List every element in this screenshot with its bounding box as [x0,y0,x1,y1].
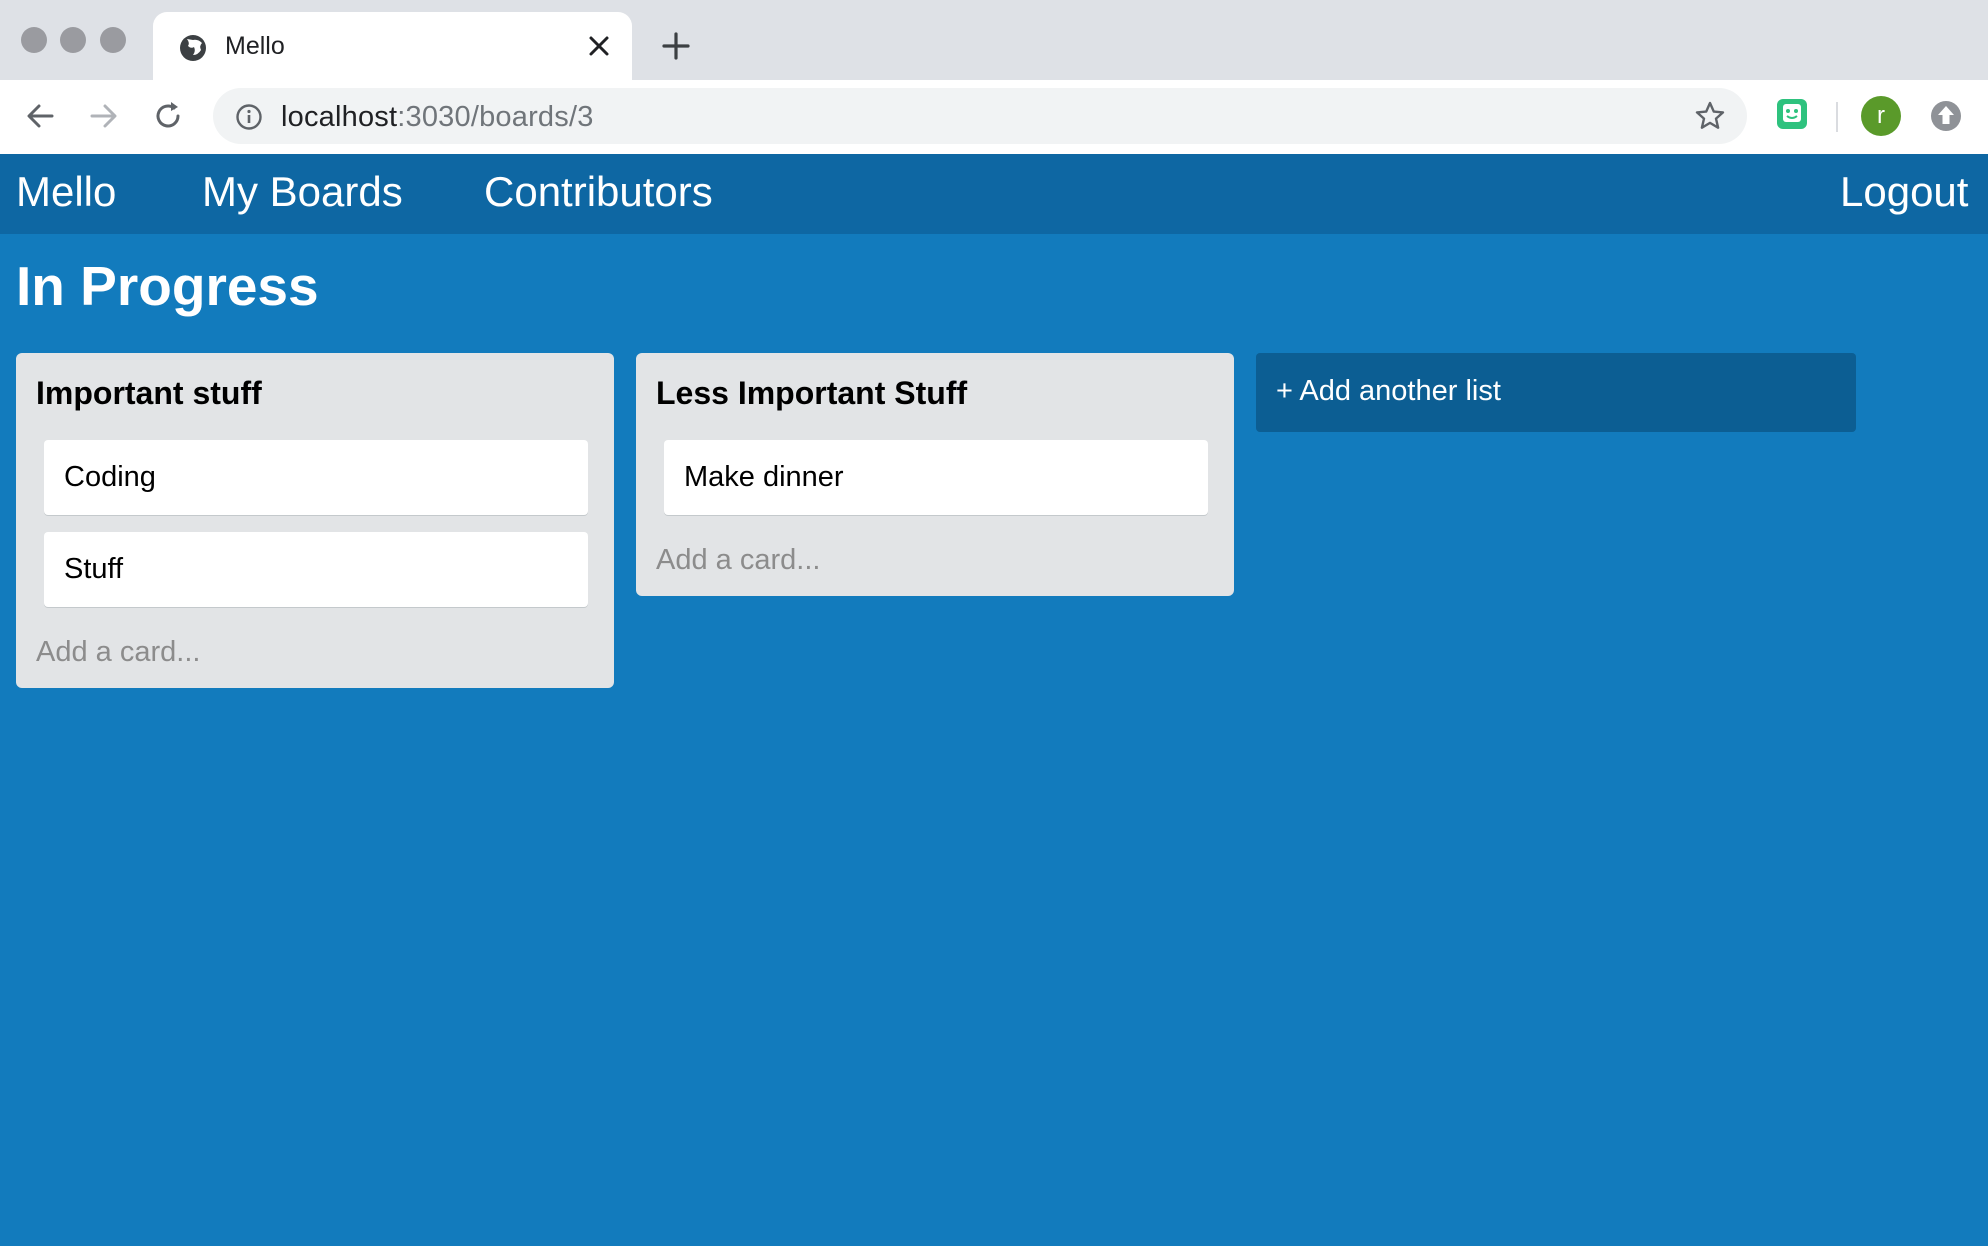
card-text: Make dinner [684,461,844,493]
address-bar[interactable]: localhost:3030/boards/3 [213,88,1747,144]
close-icon[interactable] [585,32,613,60]
url-text[interactable]: localhost:3030/boards/3 [281,101,594,134]
my-boards-link[interactable]: My Boards [202,168,403,216]
add-card-button[interactable]: Add a card... [656,544,820,577]
bookmark-star-icon[interactable] [1694,100,1726,132]
update-arrow-icon[interactable] [1929,99,1963,133]
card[interactable]: Stuff [44,532,588,607]
card-text: Stuff [64,553,124,585]
logout-link[interactable]: Logout [1840,168,1968,216]
tab-title: Mello [225,32,285,60]
card[interactable]: Coding [44,440,588,515]
add-list-button[interactable]: + Add another list [1256,353,1856,432]
window-zoom-dot[interactable] [100,27,126,53]
card-text: Coding [64,461,156,493]
list-less-important-stuff: Less Important Stuff Make dinner Add a c… [636,353,1234,596]
window-minimize-dot[interactable] [60,27,86,53]
new-tab-plus-icon[interactable] [660,30,692,62]
list-important-stuff: Important stuff Coding Stuff Add a card.… [16,353,614,688]
app-navbar: Mello My Boards Contributors Logout [0,154,1988,234]
url-path: :3030/boards/3 [397,101,594,133]
forward-arrow-icon[interactable] [86,98,122,134]
card[interactable]: Make dinner [664,440,1208,515]
window-close-dot[interactable] [21,27,47,53]
brand-link[interactable]: Mello [16,168,116,216]
add-card-button[interactable]: Add a card... [36,636,200,669]
globe-icon [180,35,206,61]
browser-tab[interactable]: Mello [153,12,632,82]
list-title[interactable]: Less Important Stuff [656,375,967,412]
contributors-link[interactable]: Contributors [484,168,713,216]
extension-icon[interactable] [1775,97,1809,131]
browser-tab-strip: Mello [0,0,1988,82]
profile-avatar[interactable]: r [1861,96,1901,136]
list-title[interactable]: Important stuff [36,375,262,412]
add-list-label: + Add another list [1276,375,1501,407]
reload-icon[interactable] [150,98,186,134]
url-host: localhost [281,101,398,133]
board-title: In Progress [16,255,319,317]
info-icon[interactable] [235,103,263,131]
toolbar-separator [1836,102,1838,132]
browser-toolbar: localhost:3030/boards/3 r [0,80,1988,155]
back-arrow-icon[interactable] [22,98,58,134]
